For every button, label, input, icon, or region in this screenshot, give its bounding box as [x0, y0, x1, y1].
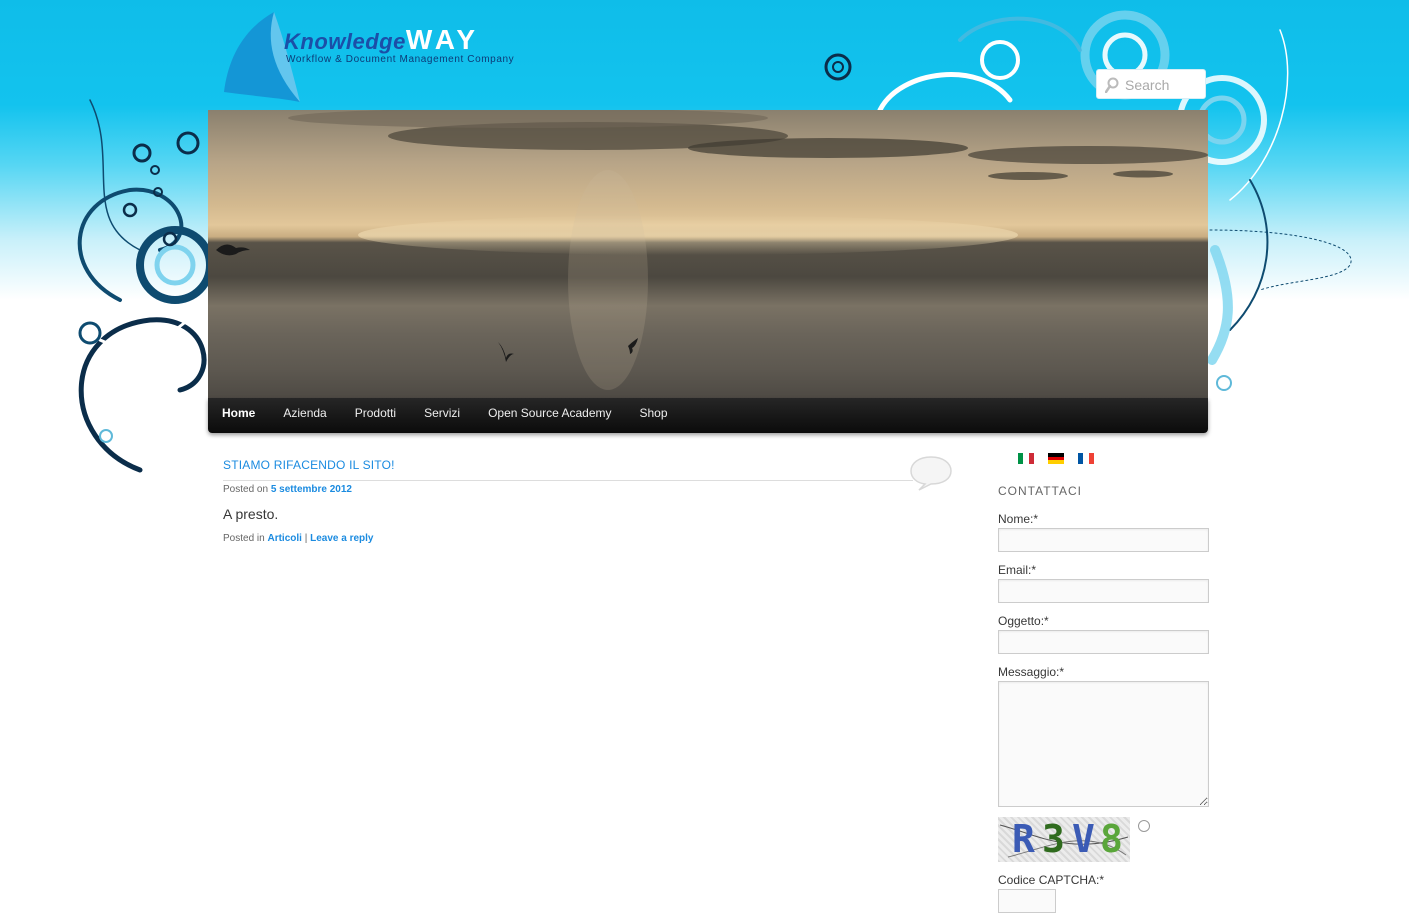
email-label: Email:* [998, 563, 1037, 577]
main-navigation: Home Azienda Prodotti Servizi Open Sourc… [208, 398, 1208, 433]
meta-separator: | [304, 533, 308, 544]
post-date-link[interactable]: 5 settembre 2012 [271, 484, 352, 495]
name-label: Nome:* [998, 512, 1039, 526]
nav-item-prodotti[interactable]: Prodotti [341, 398, 410, 428]
search-input[interactable] [1123, 74, 1207, 96]
post-footer-meta: Posted in Articoli | Leave a reply [223, 533, 953, 544]
captcha-input[interactable] [998, 889, 1056, 913]
category-link[interactable]: Articoli [267, 533, 301, 544]
captcha-char: R [1012, 817, 1035, 861]
posted-in-label: Posted in [223, 533, 265, 544]
post-divider [223, 480, 913, 481]
captcha-image: R 3 V 8 [998, 817, 1130, 862]
widget-title: CONTATTACI [998, 484, 1082, 498]
captcha-char: V [1072, 817, 1095, 861]
post-content: A presto. [223, 506, 279, 522]
leave-reply-link[interactable]: Leave a reply [310, 533, 373, 544]
post-title[interactable]: STIAMO RIFACENDO IL SITO! [223, 458, 953, 472]
logo-brand: KnowledgeWAY [284, 24, 479, 56]
nav-item-home[interactable]: Home [208, 398, 269, 428]
seascape-image [216, 110, 1208, 390]
refresh-captcha-icon[interactable] [1138, 820, 1150, 832]
nav-item-open-source-academy[interactable]: Open Source Academy [474, 398, 625, 428]
nav-item-azienda[interactable]: Azienda [269, 398, 340, 428]
language-switcher [1018, 453, 1108, 465]
search-box [1096, 69, 1207, 99]
name-field[interactable] [998, 528, 1209, 552]
captcha-label: Codice CAPTCHA:* [998, 873, 1105, 887]
header-banner-image [208, 110, 1208, 398]
captcha-char: 3 [1042, 817, 1065, 861]
message-label: Messaggio:* [998, 665, 1065, 679]
comment-bubble-icon[interactable] [909, 455, 953, 491]
logo-brand-suffix: WAY [405, 24, 480, 55]
subject-label: Oggetto:* [998, 614, 1049, 628]
logo-brand-prefix: Knowledge [284, 29, 406, 54]
nav-item-shop[interactable]: Shop [626, 398, 682, 428]
blog-post: STIAMO RIFACENDO IL SITO! Posted on 5 se… [223, 455, 953, 544]
email-field[interactable] [998, 579, 1209, 603]
message-field[interactable] [998, 681, 1209, 807]
site-logo[interactable]: KnowledgeWAY Workflow & Document Managem… [222, 10, 542, 106]
subject-field[interactable] [998, 630, 1209, 654]
it-flag-icon[interactable] [1018, 453, 1034, 464]
contact-widget: CONTATTACI Nome:* Email:* Oggetto:* Mess… [998, 484, 1209, 913]
logo-tagline: Workflow & Document Management Company [286, 54, 515, 65]
nav-item-servizi[interactable]: Servizi [410, 398, 474, 428]
fr-flag-icon[interactable] [1078, 453, 1094, 464]
posted-on-label: Posted on [223, 484, 269, 495]
captcha-char: 8 [1100, 817, 1123, 861]
search-icon [1105, 77, 1119, 93]
captcha-row: R 3 V 8 [998, 817, 1209, 863]
post-meta: Posted on 5 settembre 2012 [223, 484, 953, 495]
de-flag-icon[interactable] [1048, 453, 1064, 465]
